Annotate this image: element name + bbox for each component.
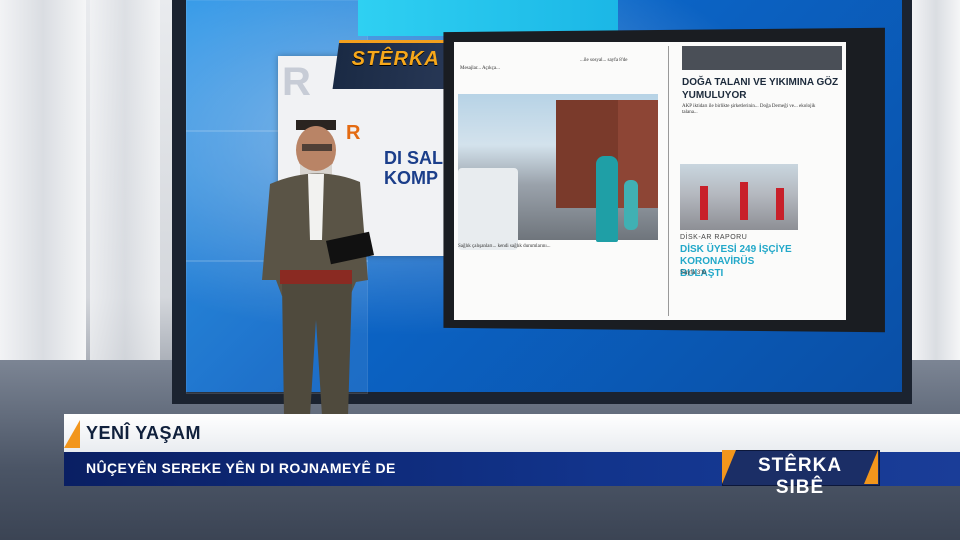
bg-paper-headline-1: DI SAL bbox=[384, 148, 444, 168]
right-body-text: AKP iktidarı ile birlikte şirketlerinin.… bbox=[682, 104, 816, 115]
channel-logo-text: STÊRKA SIBÊ bbox=[757, 455, 843, 498]
photo-health-worker bbox=[624, 180, 638, 230]
paper-top-left-text: Mesajlar... Açıkça... bbox=[460, 66, 500, 71]
bg-paper-headline-2: KOMP bbox=[384, 168, 438, 188]
bg-paper-masthead: R bbox=[282, 60, 311, 104]
right-headline: DOĞA TALANI VE YIKIMINA GÖZ YUMULUYOR bbox=[682, 77, 839, 101]
page-reference: Sayfa 3'te bbox=[680, 270, 707, 276]
top-right-photo bbox=[682, 46, 842, 70]
studio-pillar bbox=[90, 0, 160, 380]
photo-caption: Sağlık çalışanları... kendi sağlık durum… bbox=[458, 244, 551, 249]
photo-person bbox=[776, 188, 784, 220]
column-divider bbox=[668, 46, 669, 316]
studio-pillar-right bbox=[912, 0, 960, 380]
photo-truck bbox=[458, 168, 518, 250]
disk-report-label: DİSK-AR RAPORU bbox=[680, 234, 748, 241]
photo-health-worker bbox=[596, 156, 618, 242]
lower-third-title: YENÎ YAŞAM bbox=[86, 423, 202, 443]
presenter bbox=[256, 120, 376, 416]
photo-person bbox=[740, 182, 748, 220]
paper-top-mid-text: ...ile sosyal... sayfa 8'de bbox=[580, 58, 628, 63]
photo-person bbox=[700, 186, 708, 220]
lower-third-subtitle: NÛÇEYÊN SEREKE YÊN DI ROJNAMEYÊ DE bbox=[86, 460, 396, 476]
presenter-figure bbox=[262, 120, 375, 416]
studio-pillar-left bbox=[0, 0, 86, 380]
